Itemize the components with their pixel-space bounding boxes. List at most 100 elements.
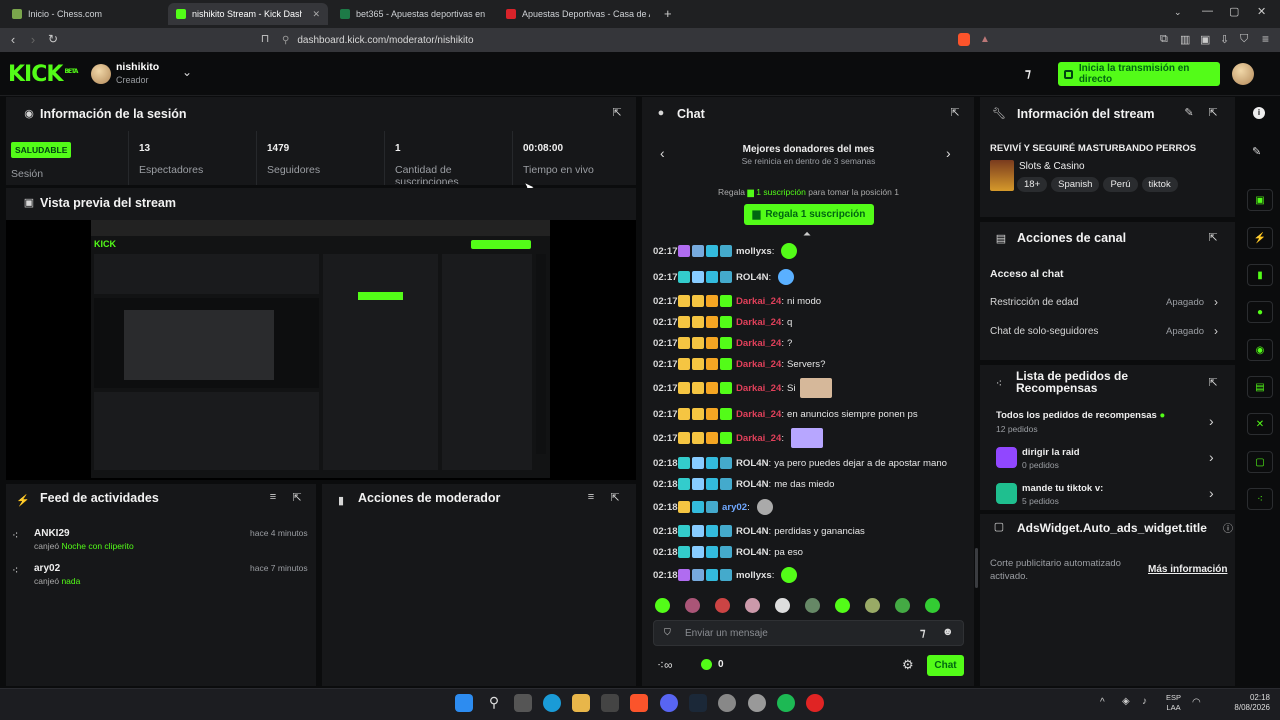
avatar[interactable]	[91, 64, 111, 84]
tray-chevron-icon[interactable]: ^	[1100, 697, 1105, 708]
quick-emote-icon[interactable]	[745, 598, 760, 613]
message-username[interactable]: Darkai_24	[736, 383, 781, 394]
users-icon[interactable]: ⁖∞	[657, 658, 673, 672]
message-username[interactable]: ROL4N	[736, 547, 769, 558]
bookmark-icon[interactable]: ⊓	[257, 32, 273, 45]
chat-message[interactable]: 02:18 ROL4N: me das miedo	[653, 474, 834, 494]
more-info-link[interactable]: Más información	[1148, 564, 1227, 575]
wrench-side-icon[interactable]: ✕	[1247, 413, 1273, 435]
tray-wifi-icon[interactable]: ◠	[1192, 697, 1201, 708]
gift-link[interactable]: 1 suscripción	[756, 187, 806, 197]
file-explorer-icon[interactable]	[572, 694, 590, 712]
record-icon[interactable]: ▣	[1247, 189, 1273, 211]
taskbar-search-icon[interactable]: ⚲	[485, 694, 503, 712]
age-restriction-label[interactable]: Restricción de edad	[990, 297, 1078, 308]
kick-logo[interactable]: KICK BETA	[8, 62, 78, 87]
task-view-icon[interactable]	[514, 694, 532, 712]
info-icon[interactable]: ⓘ	[1221, 520, 1235, 535]
tab-search-icon[interactable]: ⌄	[1174, 7, 1182, 18]
quick-emote-icon[interactable]	[805, 598, 820, 613]
app-red-icon[interactable]	[806, 694, 824, 712]
chevron-right-icon[interactable]: ›	[1209, 413, 1214, 429]
quick-emote-icon[interactable]	[895, 598, 910, 613]
chevron-right-icon[interactable]: ›	[1214, 324, 1218, 338]
reward-name[interactable]: mande tu tiktok v:	[1022, 483, 1103, 494]
chat-message[interactable]: 02:17 Darkai_24: Servers?	[653, 354, 825, 374]
chat-message[interactable]: 02:17 Darkai_24: q	[653, 312, 792, 332]
chat-message[interactable]: 02:17 Darkai_24:?	[653, 333, 792, 353]
tab-chess[interactable]: Inicio - Chess.com	[4, 3, 164, 25]
gift-sub-button[interactable]: ▆ Regala 1 suscripción	[744, 204, 874, 225]
chat-scrollbar[interactable]	[975, 548, 978, 588]
channel-name[interactable]: nishikito	[116, 61, 159, 73]
quick-emote-icon[interactable]	[925, 598, 940, 613]
followers-only-label[interactable]: Chat de solo-seguidores	[990, 326, 1098, 337]
clock[interactable]: 02:18 8/08/2026	[1230, 693, 1270, 713]
kick-emote-picker-icon[interactable]: ⁊	[920, 626, 925, 639]
all-rewards-row[interactable]: Todos los pedidos de recompensas ●	[996, 410, 1165, 421]
message-username[interactable]: Darkai_24	[736, 433, 781, 444]
stream-video[interactable]: KICK	[6, 220, 636, 480]
quick-emote-icon[interactable]	[775, 598, 790, 613]
message-username[interactable]: Darkai_24	[736, 338, 781, 349]
chat-input[interactable]: ⛉ Enviar un mensaje ⁊ ☻	[653, 620, 964, 646]
info-circle-icon[interactable]: i	[1253, 107, 1265, 119]
quick-emote-icon[interactable]	[835, 598, 850, 613]
reward-name[interactable]: dirigir la raid	[1022, 447, 1080, 458]
message-username[interactable]: mollyxs	[736, 246, 772, 257]
message-username[interactable]: ROL4N	[736, 526, 769, 537]
message-username[interactable]: ROL4N	[736, 458, 769, 469]
quick-emote-icon[interactable]	[685, 598, 700, 613]
next-donor-icon[interactable]: ›	[946, 145, 951, 161]
minimize-icon[interactable]: —	[1202, 5, 1213, 17]
menu-icon[interactable]: ≡	[1262, 32, 1269, 46]
rewards-side-icon[interactable]: ⁖	[1247, 488, 1273, 510]
activity-user[interactable]: ary02	[34, 563, 60, 574]
site-info-icon[interactable]: ⚲	[282, 35, 289, 46]
scroll-up-icon[interactable]: ⏶	[803, 229, 811, 240]
message-username[interactable]: mollyxs	[736, 570, 772, 581]
chat-message[interactable]: 02:17 mollyxs:	[653, 241, 798, 261]
popout-icon[interactable]: ⇱	[608, 491, 622, 505]
chevron-right-icon[interactable]: ›	[1209, 449, 1214, 465]
tab-apuestas[interactable]: Apuestas Deportivas - Casa de Apues	[498, 3, 658, 25]
popout-icon[interactable]: ⇱	[1206, 106, 1220, 120]
profile-avatar[interactable]	[1232, 63, 1254, 85]
ads-side-icon[interactable]: ▢	[1247, 451, 1273, 473]
lightning-side-icon[interactable]: ⚡	[1247, 227, 1273, 249]
app-icon[interactable]	[718, 694, 736, 712]
extensions-icon[interactable]: ⧉	[1160, 33, 1168, 46]
popout-icon[interactable]: ⇱	[1206, 376, 1220, 390]
reload-icon[interactable]: ↻	[45, 32, 61, 46]
language-indicator[interactable]: ESP LAA	[1166, 693, 1181, 713]
chat-message[interactable]: 02:17 Darkai_24: Si	[653, 378, 832, 398]
quick-emote-icon[interactable]	[715, 598, 730, 613]
message-username[interactable]: Darkai_24	[736, 359, 781, 370]
tab-bet365[interactable]: bet365 - Apuestas deportivas en la re	[332, 3, 494, 25]
chevron-right-icon[interactable]: ›	[1209, 485, 1214, 501]
start-stream-button[interactable]: Inicia la transmisión en directo	[1058, 62, 1220, 86]
chevron-right-icon[interactable]: ›	[1214, 295, 1218, 309]
discord-icon[interactable]	[660, 694, 678, 712]
store-icon[interactable]	[601, 694, 619, 712]
downloads-icon[interactable]: ⇩	[1220, 33, 1229, 46]
tray-mic-icon[interactable]: ♪	[1142, 696, 1147, 707]
tray-network-icon[interactable]: ◈	[1122, 696, 1130, 707]
category-name[interactable]: Slots & Casino	[1019, 161, 1085, 172]
edge-icon[interactable]	[543, 694, 561, 712]
quick-emote-icon[interactable]	[865, 598, 880, 613]
message-username[interactable]: Darkai_24	[736, 296, 781, 307]
quick-emote-icon[interactable]	[655, 598, 670, 613]
chat-message[interactable]: 02:17 Darkai_24:	[653, 428, 824, 448]
close-tab-icon[interactable]: ✕	[306, 9, 320, 20]
tab-kick-dashboard[interactable]: nishikito Stream - Kick Dashbo ✕	[168, 3, 328, 25]
url-field[interactable]: ⚲ dashboard.kick.com/moderator/nishikito	[282, 31, 952, 49]
brave-shield-icon[interactable]	[958, 33, 970, 46]
maximize-icon[interactable]: ▢	[1229, 5, 1239, 18]
edit-icon[interactable]: ✎	[1252, 145, 1261, 158]
document-icon[interactable]: ▮	[1247, 264, 1273, 286]
chat-message[interactable]: 02:17 Darkai_24: en anuncios siempre ponen…	[653, 404, 918, 424]
brave-rewards-icon[interactable]: ▲	[980, 34, 990, 45]
chat-side-icon[interactable]: ●	[1247, 301, 1273, 323]
prev-donor-icon[interactable]: ‹	[660, 145, 665, 161]
